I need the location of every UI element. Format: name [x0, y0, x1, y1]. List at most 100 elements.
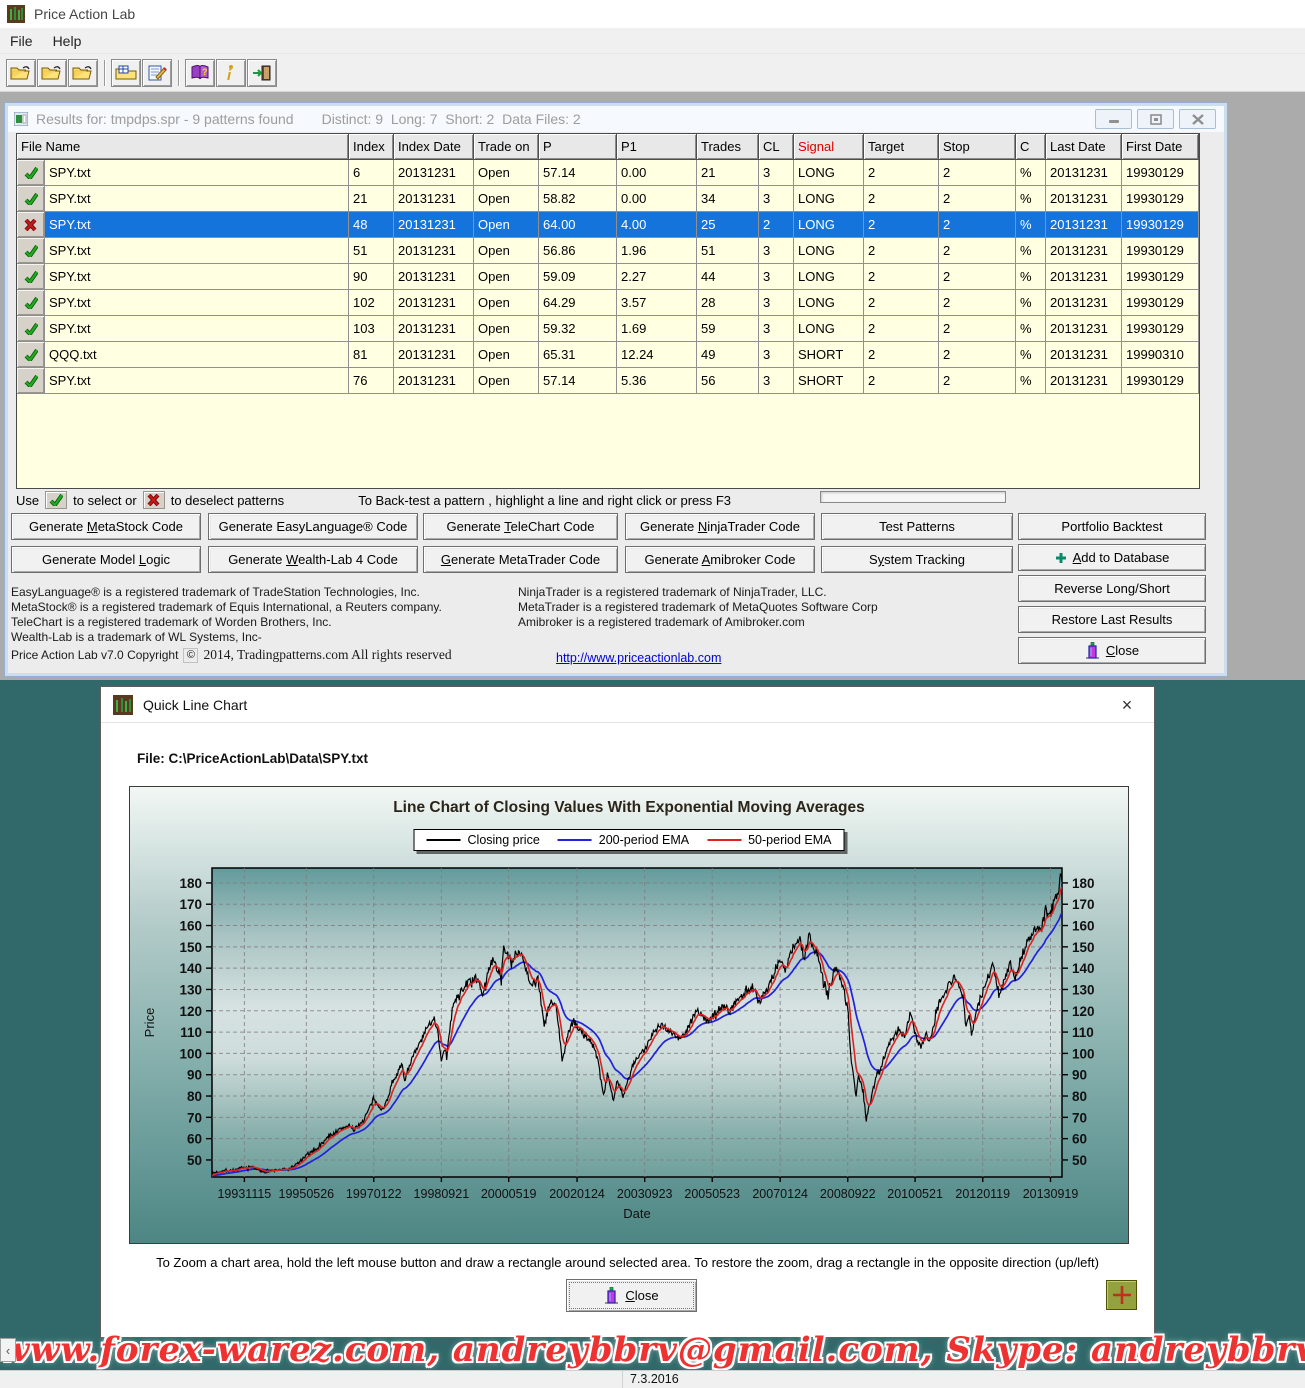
chart-plot[interactable]: 5050606070708080909010010011011012012013… [130, 787, 1128, 1243]
generate-metatrader-code-button[interactable]: Generate MetaTrader Code [423, 546, 618, 573]
website-link[interactable]: http://www.priceactionlab.com [556, 651, 721, 665]
table-row[interactable]: SPY.txt4820131231Open64.004.00252LONG22%… [17, 212, 1199, 238]
open-file-1-button[interactable] [6, 59, 36, 87]
column-header-signal[interactable]: Signal [794, 134, 864, 160]
cell-last_date: 20131231 [1046, 342, 1122, 368]
column-header-file-name[interactable]: File Name [17, 134, 349, 160]
cell-trade_on: Open [474, 160, 539, 186]
generate-model-logic-button[interactable]: Generate Model Logic [11, 546, 201, 573]
generate-wealth-lab-4-code-button[interactable]: Generate Wealth-Lab 4 Code [208, 546, 418, 573]
table-row[interactable]: SPY.txt2120131231Open58.820.00343LONG22%… [17, 186, 1199, 212]
table-header-row: File NameIndexIndex DateTrade onPP1Trade… [17, 134, 1199, 160]
edit-file-button[interactable] [142, 59, 172, 87]
table-row[interactable]: SPY.txt7620131231Open57.145.36563SHORT22… [17, 368, 1199, 394]
close-window-button[interactable] [1179, 109, 1216, 129]
restore-last-results-button[interactable]: Restore Last Results [1018, 606, 1206, 633]
cell-file: SPY.txt [45, 316, 349, 342]
cell-p: 64.00 [539, 212, 617, 238]
select-check-icon[interactable] [17, 342, 45, 368]
cell-p: 64.29 [539, 290, 617, 316]
cell-p: 59.09 [539, 264, 617, 290]
cell-signal: LONG [794, 238, 864, 264]
test-patterns-button[interactable]: Test Patterns [821, 513, 1013, 540]
table-row[interactable]: SPY.txt9020131231Open59.092.27443LONG22%… [17, 264, 1199, 290]
table-row[interactable]: SPY.txt620131231Open57.140.00213LONG22%2… [17, 160, 1199, 186]
column-header-stop[interactable]: Stop [939, 134, 1016, 160]
restore-button[interactable] [1137, 109, 1174, 129]
system-tracking-button[interactable]: System Tracking [821, 546, 1013, 573]
legend-item: 50-period EMA [707, 833, 831, 847]
select-check-icon[interactable] [17, 238, 45, 264]
column-header-c[interactable]: C [1016, 134, 1046, 160]
cell-first_date: 19930129 [1122, 290, 1199, 316]
help-book-button[interactable]: ? [185, 59, 215, 87]
close-button[interactable]: Close [1018, 637, 1206, 664]
generate-easylanguage-code-button[interactable]: Generate EasyLanguage® Code [208, 513, 418, 540]
column-header-p1[interactable]: P1 [617, 134, 697, 160]
table-row[interactable]: SPY.txt5120131231Open56.861.96513LONG22%… [17, 238, 1199, 264]
select-check-icon[interactable] [17, 264, 45, 290]
cell-trade_on: Open [474, 368, 539, 394]
deselect-x-icon[interactable] [17, 212, 45, 238]
svg-text:130: 130 [1072, 982, 1095, 997]
legend-swatch [707, 839, 741, 841]
select-check-icon[interactable] [17, 160, 45, 186]
cell-file: SPY.txt [45, 368, 349, 394]
about-info-button[interactable]: i [216, 59, 246, 87]
add-to-database-button[interactable]: Add to Database [1018, 544, 1206, 571]
table-row[interactable]: QQQ.txt8120131231Open65.3112.24493SHORT2… [17, 342, 1199, 368]
dialog-titlebar[interactable]: Quick Line Chart [101, 687, 1154, 723]
cell-first_date: 19930129 [1122, 316, 1199, 342]
generate-metastock-code-button[interactable]: Generate MetaStock Code [11, 513, 201, 540]
column-header-trades[interactable]: Trades [697, 134, 759, 160]
dialog-close-icon[interactable]: × [1114, 693, 1140, 717]
svg-text:20120119: 20120119 [955, 1187, 1010, 1201]
portfolio-backtest-button[interactable]: Portfolio Backtest [1018, 513, 1206, 540]
cell-cl: 3 [759, 160, 794, 186]
column-header-target[interactable]: Target [864, 134, 939, 160]
patterns-table[interactable]: File NameIndexIndex DateTrade onPP1Trade… [16, 133, 1200, 489]
cell-trades: 25 [697, 212, 759, 238]
select-check-icon[interactable] [17, 290, 45, 316]
scan-data-button[interactable] [111, 59, 141, 87]
cell-c: % [1016, 186, 1046, 212]
price-chart[interactable]: 5050606070708080909010010011011012012013… [129, 786, 1129, 1244]
select-check-icon[interactable] [17, 186, 45, 212]
cell-p1: 1.69 [617, 316, 697, 342]
cell-index_date: 20131231 [394, 368, 474, 394]
cell-trades: 21 [697, 160, 759, 186]
column-header-cl[interactable]: CL [759, 134, 794, 160]
close-button[interactable]: Close [566, 1279, 697, 1312]
progress-bar [820, 491, 1006, 503]
column-header-trade-on[interactable]: Trade on [474, 134, 539, 160]
reverse-long-short-button[interactable]: Reverse Long/Short [1018, 575, 1206, 602]
trademarks-right: NinjaTrader is a registered trademark of… [518, 585, 878, 630]
menu-help[interactable]: Help [43, 30, 92, 52]
generate-telechart-code-button[interactable]: Generate TeleChart Code [423, 513, 618, 540]
generate-amibroker-code-button[interactable]: Generate Amibroker Code [625, 546, 815, 573]
column-header-p[interactable]: P [539, 134, 617, 160]
column-header-first-date[interactable]: First Date [1122, 134, 1199, 160]
menu-file[interactable]: File [0, 30, 43, 52]
notepad-pencil-icon [147, 65, 167, 81]
scroll-left-button[interactable]: ‹ [0, 1338, 16, 1362]
minimize-button[interactable] [1095, 109, 1132, 129]
column-header-index-date[interactable]: Index Date [394, 134, 474, 160]
results-titlebar[interactable]: Results for: tmpdps.spr - 9 patterns fou… [8, 106, 1224, 132]
cell-signal: LONG [794, 160, 864, 186]
table-row[interactable]: SPY.txt10320131231Open59.321.69593LONG22… [17, 316, 1199, 342]
exit-app-button[interactable] [247, 59, 277, 87]
column-header-last-date[interactable]: Last Date [1046, 134, 1122, 160]
svg-text:60: 60 [1072, 1132, 1087, 1147]
open-file-3-button[interactable] [68, 59, 98, 87]
table-row[interactable]: SPY.txt10220131231Open64.293.57283LONG22… [17, 290, 1199, 316]
column-header-index[interactable]: Index [349, 134, 394, 160]
door-icon [1085, 642, 1100, 659]
select-check-icon[interactable] [17, 316, 45, 342]
generate-ninjatrader-code-button[interactable]: Generate NinjaTrader Code [625, 513, 815, 540]
copyright-symbol: © [183, 648, 198, 663]
select-check-icon[interactable] [17, 368, 45, 394]
add-pattern-button[interactable] [1106, 1280, 1137, 1310]
open-file-2-button[interactable] [37, 59, 67, 87]
cell-file: SPY.txt [45, 238, 349, 264]
